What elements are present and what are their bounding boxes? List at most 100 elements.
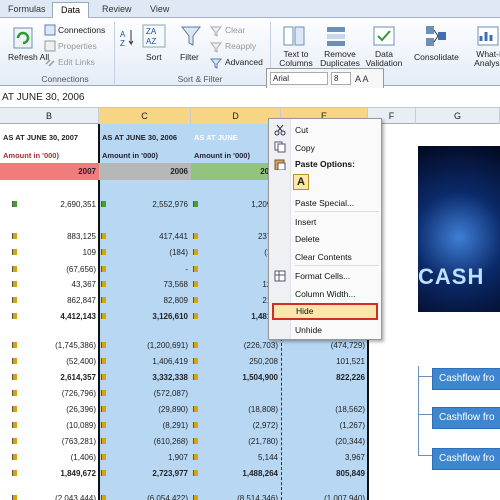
cell-b-row-13[interactable]: (10,089) (0, 417, 99, 434)
error-flag-icon[interactable] (12, 281, 17, 287)
error-flag-icon[interactable] (193, 470, 198, 476)
error-flag-icon[interactable] (101, 390, 106, 396)
error-flag-icon[interactable] (12, 358, 17, 364)
cell-e-row-9[interactable]: 101,521 (281, 353, 368, 370)
cell-c-row-6[interactable]: 3,126,610 (99, 308, 191, 325)
cell-d-row-13[interactable]: (2,972) (191, 417, 281, 434)
cashflow-box-2[interactable]: Cashflow fro (432, 407, 500, 429)
error-flag-icon[interactable] (101, 374, 106, 380)
cell-b-row-17[interactable]: (2,043,444) (0, 490, 99, 500)
cell-c-row-2[interactable]: (184) (99, 244, 191, 261)
cell-b-row-1[interactable]: 883,125 (0, 228, 99, 245)
remove-duplicates-button[interactable]: Remove Duplicates (318, 50, 362, 68)
what-if-analysis-button[interactable]: What-If Analysis (468, 50, 500, 68)
error-flag-icon[interactable] (12, 390, 17, 396)
cell-b-row-8[interactable]: (1,745,386) (0, 337, 99, 354)
error-flag-icon[interactable] (12, 233, 17, 239)
error-flag-icon[interactable] (193, 266, 198, 272)
refresh-all-icon[interactable] (10, 26, 36, 52)
edit-links-button[interactable]: Edit Links (58, 57, 95, 67)
error-flag-icon[interactable] (101, 470, 106, 476)
error-flag-icon[interactable] (193, 201, 198, 207)
menu-item-insert[interactable]: Insert (295, 217, 316, 227)
data-validation-button[interactable]: Data Validation (362, 50, 406, 68)
cell-b-title[interactable]: AS AT JUNE 30, 2007 (0, 129, 99, 146)
cell-c-year[interactable]: 2006 (99, 163, 191, 180)
clear-button[interactable]: Clear (225, 25, 245, 35)
cell-c-row-13[interactable]: (8,291) (99, 417, 191, 434)
filter-icon[interactable] (180, 24, 202, 48)
sort-dialog-icon[interactable]: ZAAZ (142, 24, 166, 48)
error-flag-icon[interactable] (12, 374, 17, 380)
properties-button[interactable]: Properties (58, 41, 97, 51)
connections-button[interactable]: Connections (58, 25, 105, 35)
menu-item-format-cells[interactable]: Format Cells... (295, 271, 350, 281)
column-header-b[interactable]: B (0, 108, 99, 124)
error-flag-icon[interactable] (193, 374, 198, 380)
paste-values-button[interactable]: A (293, 174, 309, 190)
error-flag-icon[interactable] (12, 422, 17, 428)
error-flag-icon[interactable] (193, 358, 198, 364)
error-flag-icon[interactable] (12, 297, 17, 303)
cell-d-row-10[interactable]: 1,504,900 (191, 369, 281, 386)
cell-c-row-4[interactable]: 73,568 (99, 276, 191, 293)
cell-b-row-10[interactable]: 2,614,357 (0, 369, 99, 386)
error-flag-icon[interactable] (193, 342, 198, 348)
error-flag-icon[interactable] (101, 454, 106, 460)
menu-item-paste-special[interactable]: Paste Special... (295, 198, 354, 208)
error-flag-icon[interactable] (101, 266, 106, 272)
error-flag-icon[interactable] (193, 422, 198, 428)
cell-d-row-14[interactable]: (21,780) (191, 433, 281, 450)
cell-b-row-9[interactable]: (52,400) (0, 353, 99, 370)
cell-d-row-15[interactable]: 5,144 (191, 449, 281, 466)
cell-e-row-10[interactable]: 822,226 (281, 369, 368, 386)
cell-c-row-1[interactable]: 417,441 (99, 228, 191, 245)
cell-b-row-12[interactable]: (26,396) (0, 401, 99, 418)
advanced-button[interactable]: Advanced (225, 57, 263, 67)
cell-d-row-9[interactable]: 250,208 (191, 353, 281, 370)
error-flag-icon[interactable] (193, 454, 198, 460)
menu-item-column-width[interactable]: Column Width... (295, 289, 355, 299)
cell-b-row-15[interactable]: (1,406) (0, 449, 99, 466)
cell-c-row-16[interactable]: 2,723,977 (99, 465, 191, 482)
cell-b-row-5[interactable]: 862,847 (0, 292, 99, 309)
menu-item-clear-contents[interactable]: Clear Contents (295, 252, 352, 262)
cell-c-row-12[interactable]: (29,890) (99, 401, 191, 418)
cell-e-row-17[interactable]: (1,007,940) (281, 490, 368, 500)
cell-b-year[interactable]: 2007 (0, 163, 99, 180)
cell-e-row-14[interactable]: (20,344) (281, 433, 368, 450)
menu-item-cut[interactable]: Cut (295, 125, 308, 135)
cell-b-row-14[interactable]: (763,281) (0, 433, 99, 450)
cell-b-row-16[interactable]: 1,849,672 (0, 465, 99, 482)
sort-az-icon[interactable]: AZ (120, 28, 136, 48)
error-flag-icon[interactable] (101, 438, 106, 444)
cell-c-row-15[interactable]: 1,907 (99, 449, 191, 466)
cell-e-row-12[interactable]: (18,562) (281, 401, 368, 418)
error-flag-icon[interactable] (12, 313, 17, 319)
cell-d-row-12[interactable]: (18,808) (191, 401, 281, 418)
column-header-c[interactable]: C (99, 108, 191, 124)
error-flag-icon[interactable] (101, 422, 106, 428)
consolidate-button[interactable]: Consolidate (414, 52, 459, 62)
cell-d-row-11[interactable] (191, 385, 281, 402)
consolidate-icon[interactable] (424, 24, 448, 48)
error-flag-icon[interactable] (193, 297, 198, 303)
error-flag-icon[interactable] (193, 313, 198, 319)
cell-d-row-16[interactable]: 1,488,264 (191, 465, 281, 482)
error-flag-icon[interactable] (12, 470, 17, 476)
cell-e-row-15[interactable]: 3,967 (281, 449, 368, 466)
cell-c-amount[interactable]: Amount in '000) (99, 147, 191, 164)
error-flag-icon[interactable] (12, 201, 17, 207)
cell-c-row-5[interactable]: 82,809 (99, 292, 191, 309)
column-header-g[interactable]: G (416, 108, 500, 124)
error-flag-icon[interactable] (193, 406, 198, 412)
error-flag-icon[interactable] (193, 233, 198, 239)
sort-button[interactable]: Sort (146, 52, 162, 62)
what-if-analysis-icon[interactable] (476, 24, 500, 48)
text-to-columns-icon[interactable] (282, 24, 306, 48)
error-flag-icon[interactable] (12, 249, 17, 255)
menu-item-unhide[interactable]: Unhide (295, 325, 322, 335)
cell-c-title[interactable]: AS AT JUNE 30, 2006 (99, 129, 191, 146)
tab-view[interactable]: View (142, 2, 177, 18)
refresh-all-button[interactable]: Refresh All (8, 52, 49, 62)
